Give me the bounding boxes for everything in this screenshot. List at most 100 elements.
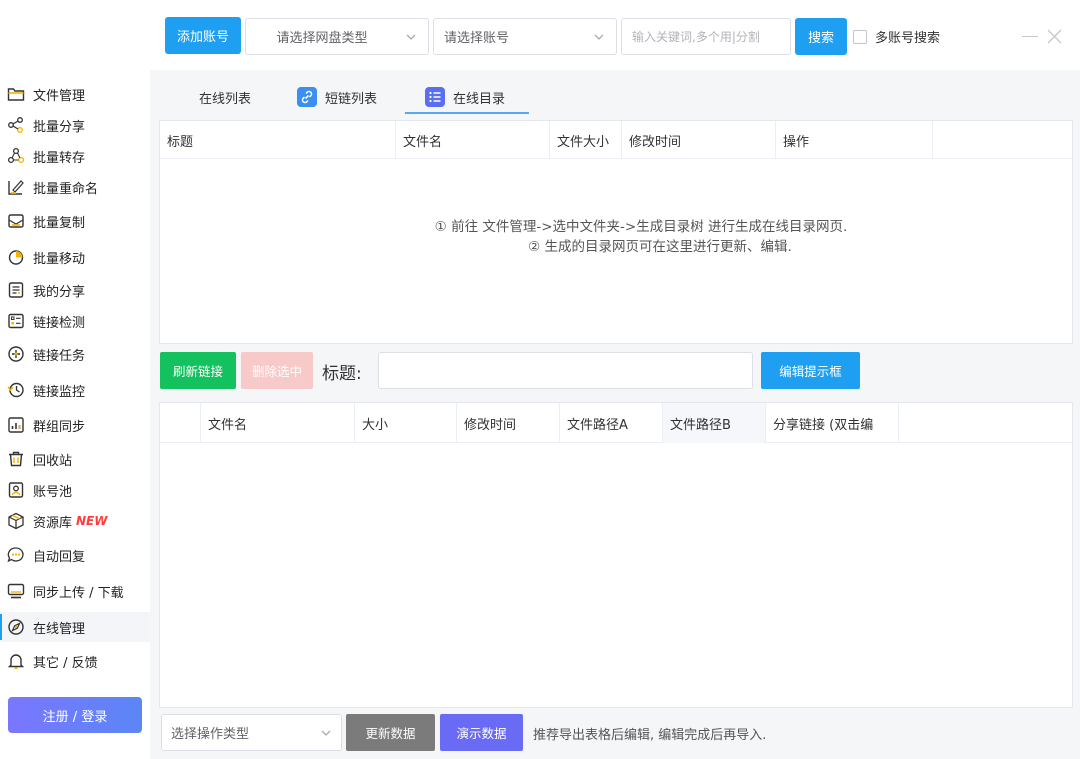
sidebar-item-sync-upload-download[interactable]: 同步上传 / 下载 xyxy=(0,576,150,606)
copy-icon xyxy=(8,214,24,228)
sidebar-item-label: 文件管理 xyxy=(33,88,86,104)
group-sync-icon xyxy=(8,417,24,433)
multi-account-label: 多账号搜索 xyxy=(875,31,941,46)
share-icon xyxy=(8,117,23,133)
sync-icon xyxy=(7,583,25,599)
auto-reply-icon xyxy=(7,547,24,563)
tab-online-directory[interactable]: 在线目录 xyxy=(404,82,530,114)
sidebar-item-label: 批量转存 xyxy=(33,150,86,166)
my-share-icon xyxy=(8,282,24,298)
account-pool-icon xyxy=(8,482,24,498)
column-header-select[interactable] xyxy=(160,403,201,443)
compass-icon xyxy=(8,619,24,635)
keyword-input[interactable] xyxy=(621,18,791,55)
demo-data-button[interactable]: 演示数据 xyxy=(440,714,523,751)
tab-short-link-list[interactable]: 短链列表 xyxy=(297,82,377,112)
bottom-action-bar: 选择操作类型 更新数据 演示数据 推荐导出表格后编辑, 编辑完成后再导入. xyxy=(150,710,1080,759)
file-table: 文件名 大小 修改时间 文件路径A 文件路径B 分享链接 (双击编 xyxy=(159,402,1073,708)
resource-icon xyxy=(8,512,24,530)
sidebar-item-my-share[interactable]: 我的分享 xyxy=(0,275,150,305)
search-button[interactable]: 搜索 xyxy=(795,18,847,55)
transfer-icon xyxy=(7,147,25,164)
tab-online-list[interactable]: 在线列表 xyxy=(199,82,251,112)
column-header-size[interactable]: 大小 xyxy=(355,403,457,443)
sidebar-item-label: 自动回复 xyxy=(33,549,86,565)
operation-type-select[interactable]: 选择操作类型 xyxy=(161,714,342,751)
sidebar-item-label: 链接检测 xyxy=(33,315,86,331)
sidebar-item-label: 资源库 xyxy=(33,515,73,531)
minimize-icon[interactable] xyxy=(1022,36,1038,37)
update-data-button[interactable]: 更新数据 xyxy=(346,714,435,751)
empty-notice: ① 前往 文件管理->选中文件夹->生成目录树 进行生成在线目录网页. ② 生成… xyxy=(160,217,1072,257)
trash-icon xyxy=(9,451,23,467)
column-header-modified[interactable]: 修改时间 xyxy=(622,121,776,159)
column-header-path-b[interactable]: 文件路径B xyxy=(663,403,766,443)
sidebar-item-label: 链接任务 xyxy=(33,348,86,364)
multi-account-checkbox[interactable] xyxy=(853,29,867,44)
sidebar-item-group-sync[interactable]: 群组同步 xyxy=(0,410,150,440)
operation-type-value: 选择操作类型 xyxy=(171,727,250,742)
sidebar-item-label: 批量重命名 xyxy=(33,181,99,197)
sidebar-item-batch-share[interactable]: 批量分享 xyxy=(0,110,150,140)
sidebar-item-label: 链接监控 xyxy=(33,384,86,400)
sidebar-item-batch-transfer[interactable]: 批量转存 xyxy=(0,141,150,171)
column-header-modified[interactable]: 修改时间 xyxy=(457,403,560,443)
column-header-filesize[interactable]: 文件大小 xyxy=(550,121,622,159)
title-input[interactable] xyxy=(378,352,753,389)
column-header-share-link[interactable]: 分享链接 (双击编 xyxy=(766,403,899,443)
account-select[interactable]: 请选择账号 xyxy=(433,18,617,55)
sidebar-item-other-feedback[interactable]: 其它 / 反馈 xyxy=(0,646,150,676)
column-header-filename[interactable]: 文件名 xyxy=(396,121,550,159)
sidebar-item-auto-reply[interactable]: 自动回复 xyxy=(0,540,150,570)
multi-account-search-toggle[interactable]: 多账号搜索 xyxy=(853,27,940,46)
column-header-filename[interactable]: 文件名 xyxy=(201,403,355,443)
sidebar-item-batch-rename[interactable]: 批量重命名 xyxy=(0,172,150,202)
sidebar-item-link-check[interactable]: 链接检测 xyxy=(0,306,150,336)
column-header-title[interactable]: 标题 xyxy=(160,121,396,159)
column-header-actions[interactable]: 操作 xyxy=(776,121,933,159)
sidebar-item-label: 批量移动 xyxy=(33,251,86,267)
sidebar-item-batch-copy[interactable]: 批量复制 xyxy=(0,206,150,236)
sidebar-item-file-manage[interactable]: 文件管理 xyxy=(0,79,150,109)
bell-icon xyxy=(7,654,25,670)
directory-table-header: 标题 文件名 文件大小 修改时间 操作 xyxy=(160,121,1072,159)
refresh-link-button[interactable]: 刷新链接 xyxy=(160,352,236,389)
column-header-spacer xyxy=(899,403,1072,443)
column-header-path-a[interactable]: 文件路径A xyxy=(560,403,663,443)
disk-type-select[interactable]: 请选择网盘类型 xyxy=(245,18,429,55)
notice-line-2: ② 生成的目录网页可在这里进行更新、编辑. xyxy=(528,239,792,255)
add-account-button[interactable]: 添加账号 xyxy=(165,17,241,54)
top-toolbar: 添加账号 请选择网盘类型 请选择账号 搜索 多账号搜索 xyxy=(0,0,1080,70)
chevron-down-icon xyxy=(406,34,416,40)
app-window: 添加账号 请选择网盘类型 请选择账号 搜索 多账号搜索 文件管理 批量分享 xyxy=(0,0,1080,759)
login-register-button[interactable]: 注册 / 登录 xyxy=(8,697,142,733)
sidebar-item-resource[interactable]: 资源库 NEW xyxy=(0,506,150,536)
sidebar-item-label: 账号池 xyxy=(33,484,73,500)
file-table-header: 文件名 大小 修改时间 文件路径A 文件路径B 分享链接 (双击编 xyxy=(160,403,1072,443)
notice-line-1: ① 前往 文件管理->选中文件夹->生成目录树 进行生成在线目录网页. xyxy=(434,219,848,235)
sidebar-item-link-task[interactable]: 链接任务 xyxy=(0,339,150,369)
sidebar-item-trash[interactable]: 回收站 xyxy=(0,444,150,474)
link-monitor-icon xyxy=(7,382,24,398)
sidebar-item-label: 同步上传 / 下载 xyxy=(33,585,124,601)
tab-bar: 在线列表 短链列表 在线目录 xyxy=(150,70,1080,116)
chevron-down-icon xyxy=(321,730,331,736)
rename-icon xyxy=(8,180,24,195)
import-hint: 推荐导出表格后编辑, 编辑完成后再导入. xyxy=(533,728,767,743)
sidebar-item-label: 批量分享 xyxy=(33,119,86,135)
new-badge: NEW xyxy=(76,514,108,528)
delete-selected-button[interactable]: 删除选中 xyxy=(241,352,313,389)
sidebar-item-label: 其它 / 反馈 xyxy=(33,655,98,671)
sidebar-item-link-monitor[interactable]: 链接监控 xyxy=(0,375,150,405)
account-select-value: 请选择账号 xyxy=(444,31,510,46)
tab-label: 短链列表 xyxy=(325,91,378,107)
disk-type-select-value: 请选择网盘类型 xyxy=(276,31,368,46)
sidebar-item-label: 在线管理 xyxy=(33,621,86,637)
list-icon xyxy=(425,87,445,107)
edit-tip-box-button[interactable]: 编辑提示框 xyxy=(761,352,860,389)
sidebar-item-batch-move[interactable]: 批量移动 xyxy=(0,242,150,272)
tab-label: 在线目录 xyxy=(453,91,506,107)
sidebar-item-account-pool[interactable]: 账号池 xyxy=(0,475,150,505)
sidebar-item-online-manage[interactable]: 在线管理 xyxy=(0,612,150,642)
close-icon[interactable] xyxy=(1046,28,1063,45)
